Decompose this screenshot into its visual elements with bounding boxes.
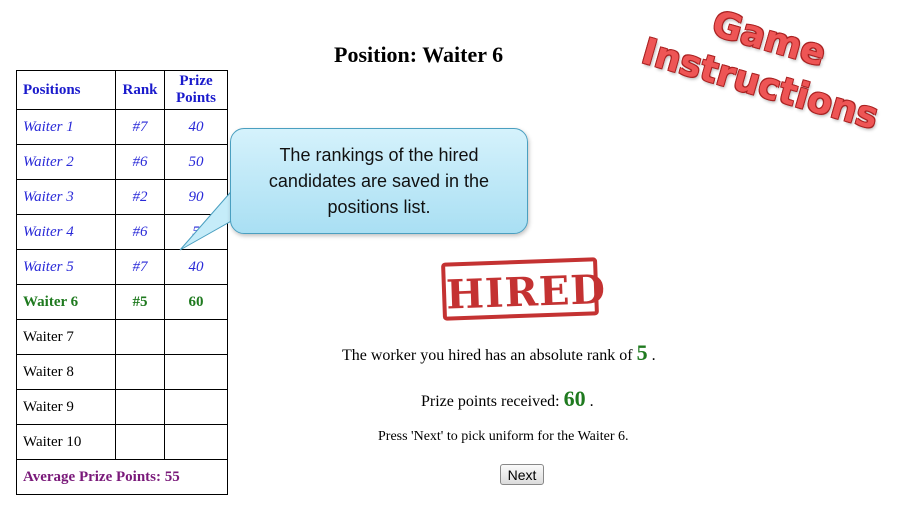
position-cell: Waiter 10	[16, 424, 116, 460]
tutorial-callout: The rankings of the hired candidates are…	[230, 128, 528, 234]
position-cell: Waiter 8	[16, 354, 116, 390]
rank-cell	[115, 319, 165, 355]
points-message-suffix: .	[589, 393, 594, 410]
position-cell: Waiter 5	[16, 249, 116, 285]
positions-table: Positions Rank Prize Points Waiter 1 #7 …	[16, 70, 228, 495]
rank-cell: #6	[115, 144, 165, 180]
rank-message-suffix: .	[651, 347, 656, 364]
points-cell: 40	[164, 109, 228, 145]
points-cell	[164, 424, 228, 460]
position-cell: Waiter 9	[16, 389, 116, 425]
points-cell: 50	[164, 144, 228, 180]
page-title: Position: Waiter 6	[334, 42, 504, 67]
rank-message-prefix: The worker you hired has an absolute ran…	[342, 347, 633, 364]
position-cell: Waiter 7	[16, 319, 116, 355]
header-rank: Rank	[115, 70, 165, 110]
game-instructions-link[interactable]: Game Instructions	[614, 0, 893, 186]
points-message: Prize points received: 60 .	[421, 386, 594, 412]
hired-stamp: HIRED	[441, 257, 607, 321]
position-cell: Waiter 4	[16, 214, 116, 250]
average-prize-points: Average Prize Points: 55	[16, 459, 228, 495]
table-row-current: Waiter 6 #5 60	[16, 284, 228, 320]
points-cell	[164, 389, 228, 425]
points-message-prefix: Prize points received:	[421, 393, 560, 410]
table-row: Waiter 8	[16, 354, 228, 390]
header-prize-points: Prize Points	[164, 70, 228, 110]
rank-cell	[115, 424, 165, 460]
rank-cell: #6	[115, 214, 165, 250]
table-header-row: Positions Rank Prize Points	[16, 70, 228, 110]
average-row: Average Prize Points: 55	[16, 459, 228, 495]
table-row: Waiter 10	[16, 424, 228, 460]
instruction-text: Press 'Next' to pick uniform for the Wai…	[378, 429, 629, 444]
position-cell: Waiter 3	[16, 179, 116, 215]
rank-cell: #2	[115, 179, 165, 215]
position-cell: Waiter 6	[16, 284, 116, 320]
position-cell: Waiter 2	[16, 144, 116, 180]
rank-cell: #5	[115, 284, 165, 320]
points-value: 60	[563, 386, 586, 411]
rank-cell: #7	[115, 109, 165, 145]
rank-cell	[115, 354, 165, 390]
points-cell: 60	[164, 284, 228, 320]
next-button[interactable]: Next	[500, 464, 544, 485]
points-cell	[164, 319, 228, 355]
rank-value: 5	[636, 340, 648, 365]
rank-cell: #7	[115, 249, 165, 285]
position-cell: Waiter 1	[16, 109, 116, 145]
table-row: Waiter 1 #7 40	[16, 109, 228, 145]
rank-cell	[115, 389, 165, 425]
callout-text: The rankings of the hired candidates are…	[268, 145, 490, 217]
points-cell	[164, 354, 228, 390]
header-positions: Positions	[16, 70, 116, 110]
table-row: Waiter 2 #6 50	[16, 144, 228, 180]
table-row: Waiter 7	[16, 319, 228, 355]
rank-message: The worker you hired has an absolute ran…	[342, 340, 656, 366]
table-row: Waiter 9	[16, 389, 228, 425]
